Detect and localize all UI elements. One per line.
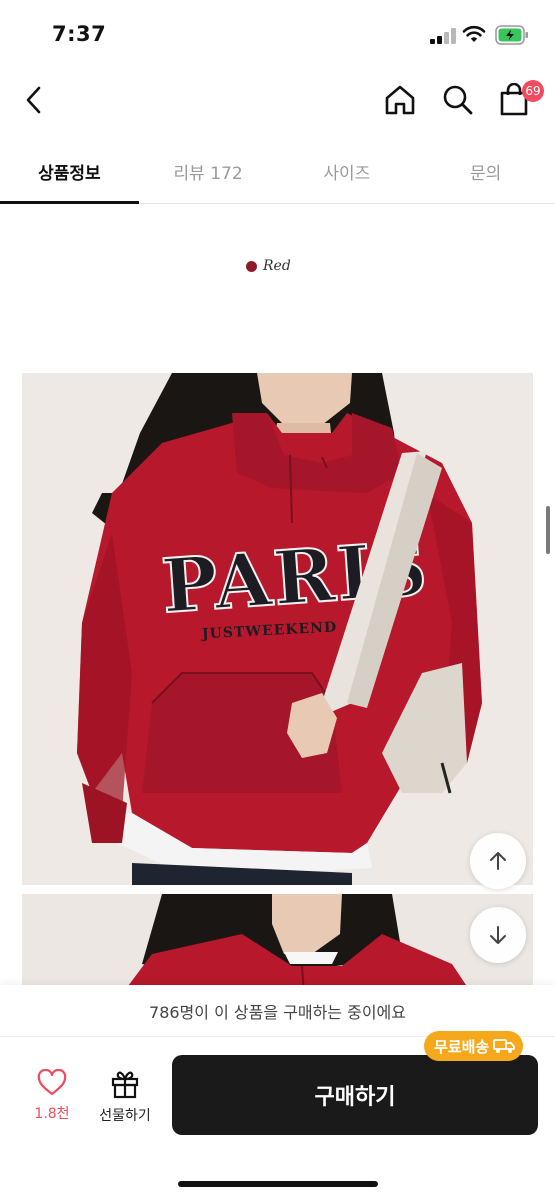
home-button[interactable] — [378, 78, 422, 122]
search-button[interactable] — [436, 78, 480, 122]
cellular-signal-icon — [430, 28, 456, 44]
gift-label: 선물하기 — [99, 1108, 151, 1124]
battery-icon — [495, 25, 529, 45]
color-swatch — [246, 260, 257, 272]
scroll-down-button[interactable] — [470, 907, 526, 963]
chevron-left-icon — [26, 86, 41, 114]
tab-product-info[interactable]: 상품정보 — [0, 140, 139, 204]
home-icon — [385, 85, 415, 115]
scrollbar[interactable] — [546, 506, 550, 554]
gift-icon — [111, 1071, 139, 1099]
product-photo-2 — [22, 894, 533, 994]
free-shipping-badge: 무료배송 — [424, 1031, 524, 1061]
delivery-truck-icon — [493, 1039, 516, 1053]
buying-now-notice: 786명이 이 상품을 구매하는 중이에요 — [0, 985, 555, 1037]
buy-button[interactable]: 구매하기 — [172, 1055, 538, 1135]
cart-count-badge: 69 — [522, 80, 544, 102]
scroll-up-button[interactable] — [470, 833, 526, 889]
heart-icon — [37, 1069, 67, 1096]
tab-inquiry[interactable]: 문의 — [416, 140, 555, 203]
wifi-icon — [462, 24, 486, 44]
tab-reviews[interactable]: 리뷰 172 — [139, 140, 278, 203]
status-time: 7:37 — [52, 22, 107, 46]
color-label: Red — [246, 258, 291, 274]
top-nav-bar — [0, 70, 555, 132]
color-name: Red — [263, 258, 291, 274]
product-photo: PARIS JUSTWEEKEND — [22, 373, 533, 885]
status-bar: 7:37 — [0, 0, 555, 70]
purchase-bar: 786명이 이 상품을 구매하는 중이에요 1.8천 선물하기 구매하기 무료배… — [0, 985, 555, 1200]
search-icon — [443, 85, 473, 115]
arrow-up-icon — [490, 852, 506, 870]
free-shipping-label: 무료배송 — [434, 1037, 490, 1056]
like-count: 1.8천 — [34, 1106, 70, 1122]
like-button[interactable]: 1.8천 — [22, 1069, 82, 1129]
product-tabs: 상품정보 리뷰 172 사이즈 문의 — [0, 140, 555, 204]
gift-button[interactable]: 선물하기 — [92, 1069, 158, 1129]
arrow-down-icon — [490, 926, 506, 944]
tab-size[interactable]: 사이즈 — [278, 140, 417, 203]
home-indicator — [178, 1181, 378, 1187]
back-button[interactable] — [12, 78, 56, 122]
